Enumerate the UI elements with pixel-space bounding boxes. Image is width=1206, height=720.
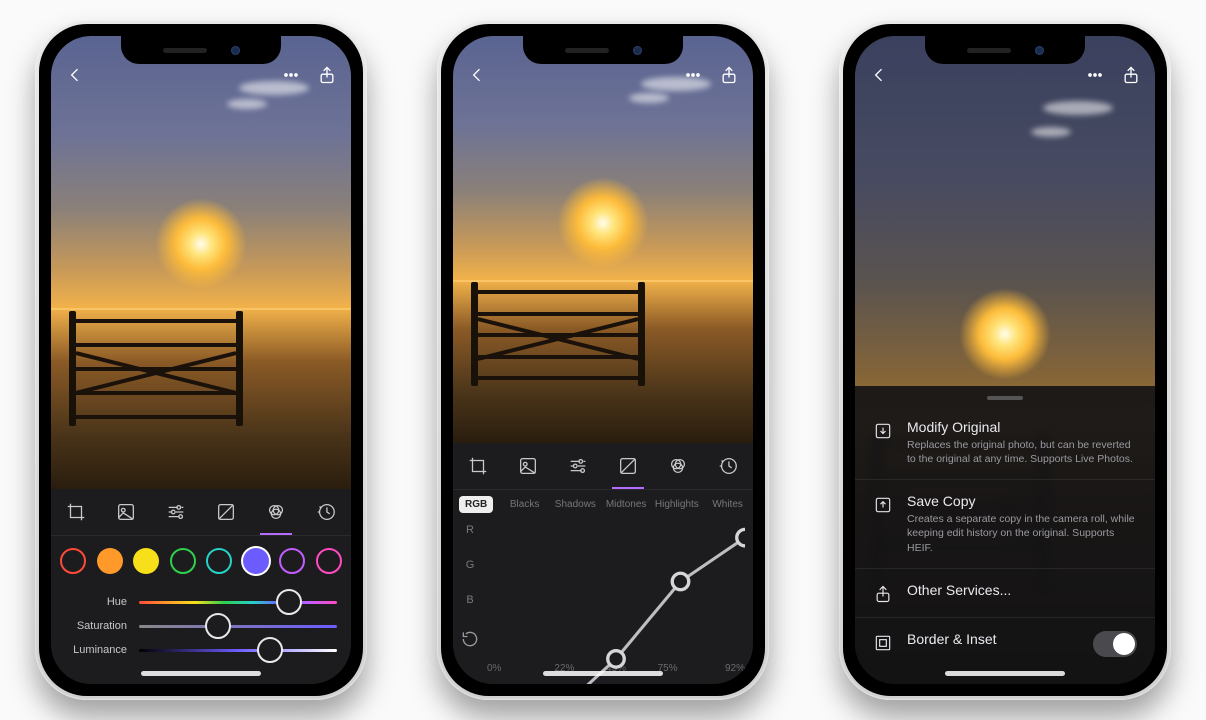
channel-midtones[interactable]: Midtones [601,499,652,510]
export-sheet: Modify Original Replaces the original pho… [855,386,1155,684]
sheet-grabber[interactable] [987,396,1023,400]
slider-knob[interactable] [276,589,302,615]
download-icon [873,421,893,441]
channel-g[interactable]: G [466,559,475,571]
tool-adjust[interactable] [163,499,189,525]
rgb-chip[interactable]: RGB [459,496,493,513]
option-title: Border & Inset [907,631,1079,647]
option-other-services[interactable]: Other Services... [855,569,1155,618]
share-button[interactable] [1121,65,1141,90]
swatch-4[interactable] [206,548,232,574]
tool-color[interactable] [665,453,691,479]
option-subtitle: Creates a separate copy in the camera ro… [907,512,1137,555]
channel-blacks[interactable]: Blacks [499,499,550,510]
slider-hue[interactable]: Hue [65,596,337,608]
option-modify-original[interactable]: Modify Original Replaces the original pho… [855,406,1155,480]
share-button[interactable] [719,65,739,90]
slider-knob[interactable] [257,637,283,663]
slider-label: Luminance [65,644,127,656]
home-indicator[interactable] [543,671,663,676]
swatch-3[interactable] [170,548,196,574]
back-button[interactable] [65,65,85,90]
border-icon [873,633,893,653]
curve-point[interactable] [608,651,625,668]
reset-curve-button[interactable] [460,629,480,652]
channel-highlights[interactable]: Highlights [651,499,702,510]
copy-icon [873,495,893,515]
border-inset-toggle[interactable] [1093,631,1137,657]
tool-crop[interactable] [63,499,89,525]
tool-row-2 [453,443,753,490]
share-button[interactable] [317,65,337,90]
more-button[interactable] [683,65,703,90]
phone-color-adjust: Hue Saturation Luminance [35,20,367,700]
tool-color[interactable] [263,499,289,525]
channel-shadows[interactable]: Shadows [550,499,601,510]
slider-saturation[interactable]: Saturation [65,620,337,632]
phone-curves: RGB Blacks Shadows Midtones Highlights W… [437,20,769,700]
tool-row [51,489,351,536]
swatch-0[interactable] [60,548,86,574]
slider-luminance[interactable]: Luminance [65,644,337,656]
curve-point[interactable] [737,529,745,546]
more-button[interactable] [1085,65,1105,90]
back-button[interactable] [869,65,889,90]
option-title: Other Services... [907,582,1137,598]
option-border-inset[interactable]: Border & Inset [855,618,1155,670]
slider-knob[interactable] [205,613,231,639]
tool-crop[interactable] [465,453,491,479]
tool-tone[interactable] [615,453,641,479]
option-title: Modify Original [907,419,1137,435]
swatch-7[interactable] [316,548,342,574]
option-subtitle: Replaces the original photo, but can be … [907,438,1137,466]
swatch-5[interactable] [243,548,269,574]
option-save-copy[interactable]: Save Copy Creates a separate copy in the … [855,480,1155,569]
tool-tone[interactable] [213,499,239,525]
photo-preview[interactable] [453,36,753,443]
channel-b[interactable]: B [466,594,473,606]
photo-preview[interactable] [51,36,351,489]
channel-r[interactable]: R [466,524,474,536]
slider-label: Saturation [65,620,127,632]
curve-point[interactable] [672,573,689,590]
home-indicator[interactable] [141,671,261,676]
tool-presets[interactable] [113,499,139,525]
swatch-6[interactable] [279,548,305,574]
slider-label: Hue [65,596,127,608]
color-swatches [51,536,351,580]
channel-whites[interactable]: Whites [702,499,753,510]
swatch-1[interactable] [97,548,123,574]
tool-history[interactable] [715,453,741,479]
more-button[interactable] [281,65,301,90]
curves-panel: RGB Blacks Shadows Midtones Highlights W… [453,443,753,684]
swatch-2[interactable] [133,548,159,574]
photo-preview[interactable]: Modify Original Replaces the original pho… [855,36,1155,684]
slider-group: Hue Saturation Luminance [51,580,351,684]
share-icon [873,584,893,604]
tool-history[interactable] [313,499,339,525]
phone-export-sheet: Modify Original Replaces the original pho… [839,20,1171,700]
tool-adjust[interactable] [565,453,591,479]
tool-presets[interactable] [515,453,541,479]
option-title: Save Copy [907,493,1137,509]
back-button[interactable] [467,65,487,90]
channel-row: RGB Blacks Shadows Midtones Highlights W… [453,490,753,513]
tone-curve[interactable] [487,517,745,663]
home-indicator[interactable] [945,671,1065,676]
color-panel: Hue Saturation Luminance [51,489,351,684]
